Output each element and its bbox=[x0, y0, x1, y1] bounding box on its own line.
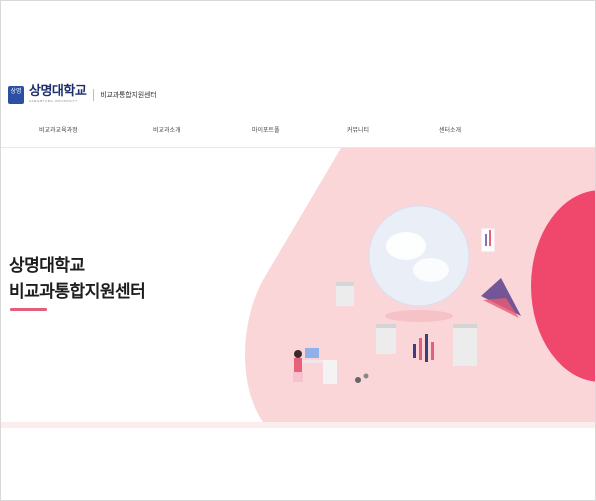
logo-divider bbox=[93, 88, 95, 101]
hero-accent-bar bbox=[10, 308, 47, 311]
site-header: 상명 상명대학교 SANGMYUNG UNIVERSITY 비교과통합지원센터 … bbox=[1, 1, 595, 147]
hero-banner: 상명대학교 비교과통합지원센터 bbox=[1, 148, 595, 422]
nav-item-community[interactable]: 커뮤니티 bbox=[347, 125, 369, 134]
nav-item-programs[interactable]: 비교과교육과정 bbox=[39, 125, 78, 134]
page-frame: 상명 상명대학교 SANGMYUNG UNIVERSITY 비교과통합지원센터 … bbox=[0, 0, 596, 501]
hero-title-line2: 비교과통합지원센터 bbox=[9, 282, 146, 302]
nav-item-center[interactable]: 센터소개 bbox=[439, 125, 461, 134]
site-logo[interactable]: 상명 상명대학교 SANGMYUNG UNIVERSITY 비교과통합지원센터 bbox=[8, 84, 157, 104]
hero-bottom-strip bbox=[1, 422, 595, 428]
logo-text: 상명대학교 SANGMYUNG UNIVERSITY bbox=[29, 84, 87, 104]
center-name: 비교과통합지원센터 bbox=[100, 90, 157, 99]
university-emblem-icon: 상명 bbox=[8, 85, 24, 104]
university-name: 상명대학교 bbox=[29, 84, 87, 99]
hero-title-line1: 상명대학교 bbox=[9, 256, 85, 276]
nav-item-portfolio[interactable]: 마이포트폴 bbox=[252, 125, 280, 134]
university-subtitle: SANGMYUNG UNIVERSITY bbox=[29, 99, 78, 103]
nav-item-intro[interactable]: 비교과소개 bbox=[153, 125, 181, 134]
main-navigation: 비교과교육과정 비교과소개 마이포트폴 커뮤니티 센터소개 bbox=[1, 125, 595, 135]
hero-title: 상명대학교 비교과통합지원센터 bbox=[9, 253, 146, 305]
